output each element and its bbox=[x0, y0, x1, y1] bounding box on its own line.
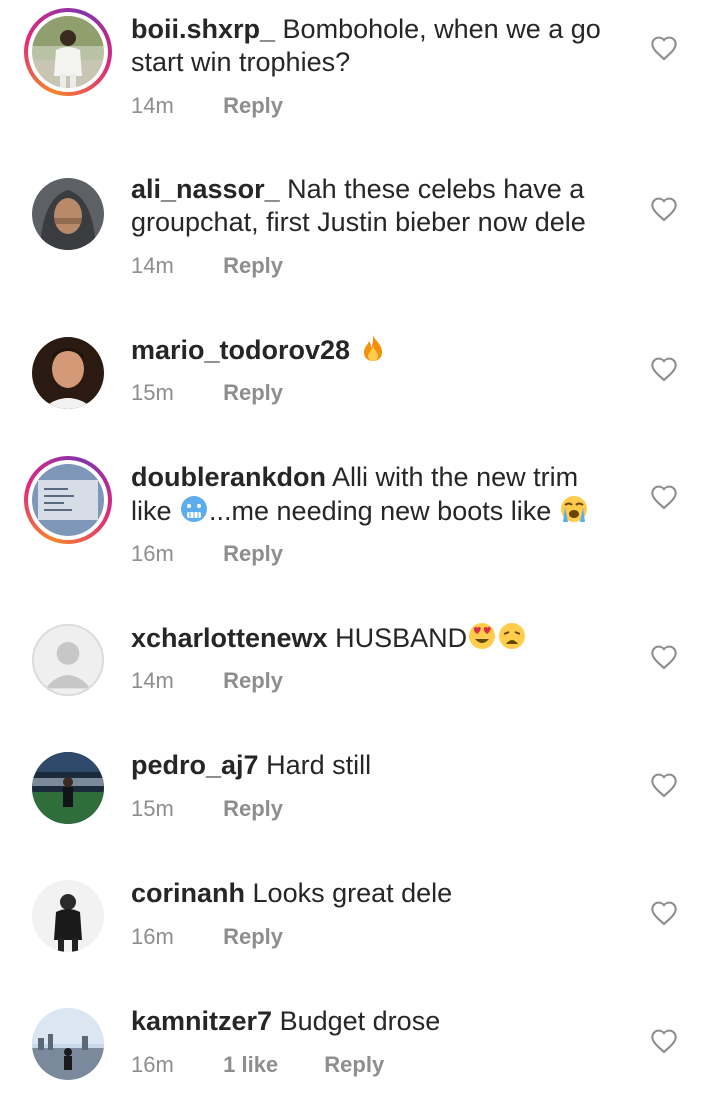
like-heart-icon[interactable] bbox=[650, 484, 678, 510]
like-heart-icon[interactable] bbox=[650, 772, 678, 798]
like-heart-icon[interactable] bbox=[650, 644, 678, 670]
avatar-wrap[interactable] bbox=[26, 1002, 110, 1086]
comment-body: Nah these celebs have a bbox=[287, 174, 585, 204]
avatar-story-ring[interactable] bbox=[24, 456, 112, 544]
comment-meta: 14m Reply bbox=[131, 667, 283, 695]
avatar bbox=[32, 464, 104, 536]
avatar-wrap[interactable] bbox=[26, 746, 110, 830]
avatar bbox=[32, 752, 104, 824]
comment-username[interactable]: doublerankdon bbox=[131, 462, 326, 492]
like-heart-icon[interactable] bbox=[650, 900, 678, 926]
comment-text: kamnitzer7 Budget drose bbox=[131, 1005, 631, 1038]
reply-button[interactable]: Reply bbox=[324, 1051, 384, 1079]
cold-face-emoji-icon bbox=[179, 494, 209, 524]
avatar-wrap[interactable] bbox=[26, 172, 110, 256]
comment-time: 16m bbox=[131, 924, 174, 949]
comment-body: Alli with the new trim bbox=[332, 462, 579, 492]
comment-text: xcharlottenewx HUSBAND bbox=[131, 621, 631, 655]
comment-meta: 14m Reply bbox=[131, 92, 283, 120]
fire-emoji-icon bbox=[358, 333, 388, 363]
comment-body: HUSBAND bbox=[335, 623, 468, 653]
comment-body: Hard still bbox=[266, 750, 372, 780]
reply-button[interactable]: Reply bbox=[223, 795, 283, 823]
comment-meta: 15m Reply bbox=[131, 379, 283, 407]
comment-meta: 16m Reply bbox=[131, 923, 283, 951]
comment-meta: 16m 1 like Reply bbox=[131, 1051, 384, 1079]
like-heart-icon[interactable] bbox=[650, 356, 678, 382]
avatar bbox=[32, 178, 104, 250]
reply-button[interactable]: Reply bbox=[223, 379, 283, 407]
avatar-story-ring[interactable] bbox=[24, 8, 112, 96]
comment-time: 14m bbox=[131, 668, 174, 693]
avatar bbox=[32, 880, 104, 952]
comment-text-continued: groupchat, first Justin bieber now dele bbox=[131, 206, 631, 239]
comment-body: ...me needing new boots like bbox=[209, 496, 552, 526]
like-count[interactable]: 1 like bbox=[223, 1051, 278, 1079]
comment-text: pedro_aj7 Hard still bbox=[131, 749, 631, 782]
comment-time: 14m bbox=[131, 253, 174, 278]
comment-username[interactable]: boii.shxrp_ bbox=[131, 14, 275, 44]
comment-username[interactable]: ali_nassor_ bbox=[131, 174, 280, 204]
comment-time: 15m bbox=[131, 796, 174, 821]
avatar bbox=[32, 624, 104, 696]
avatar-wrap[interactable] bbox=[26, 874, 110, 958]
avatar-wrap[interactable] bbox=[26, 331, 110, 415]
comment-text: doublerankdon Alli with the new trim bbox=[131, 461, 631, 494]
comment-text-continued: like ...me needing new boots like bbox=[131, 494, 631, 528]
avatar-wrap[interactable] bbox=[26, 618, 110, 702]
comment-body: groupchat, first Justin bieber now dele bbox=[131, 207, 586, 237]
avatar bbox=[32, 337, 104, 409]
reply-button[interactable]: Reply bbox=[223, 667, 283, 695]
loudly-crying-face-emoji-icon bbox=[559, 494, 589, 524]
heart-eyes-emoji-icon bbox=[467, 621, 497, 651]
comment-meta: 16m Reply bbox=[131, 540, 283, 568]
reply-button[interactable]: Reply bbox=[223, 540, 283, 568]
avatar bbox=[32, 16, 104, 88]
comment-body: Bombohole, when we a go bbox=[282, 14, 601, 44]
weary-face-emoji-icon bbox=[497, 621, 527, 651]
comment-text: corinanh Looks great dele bbox=[131, 877, 631, 910]
comment-text: boii.shxrp_ Bombohole, when we a go bbox=[131, 13, 631, 46]
like-heart-icon[interactable] bbox=[650, 35, 678, 61]
reply-button[interactable]: Reply bbox=[223, 92, 283, 120]
comment-time: 16m bbox=[131, 541, 174, 566]
comment-time: 16m bbox=[131, 1052, 174, 1077]
comment-username[interactable]: mario_todorov28 bbox=[131, 335, 350, 365]
comment-username[interactable]: corinanh bbox=[131, 878, 245, 908]
comment-text-continued: start win trophies? bbox=[131, 46, 631, 79]
comment-time: 14m bbox=[131, 93, 174, 118]
comment-username[interactable]: kamnitzer7 bbox=[131, 1006, 272, 1036]
comment-body: like bbox=[131, 496, 172, 526]
like-heart-icon[interactable] bbox=[650, 196, 678, 222]
comment-username[interactable]: pedro_aj7 bbox=[131, 750, 259, 780]
comment-meta: 15m Reply bbox=[131, 795, 283, 823]
like-heart-icon[interactable] bbox=[650, 1028, 678, 1054]
comment-time: 15m bbox=[131, 380, 174, 405]
reply-button[interactable]: Reply bbox=[223, 252, 283, 280]
comment-meta: 14m Reply bbox=[131, 252, 283, 280]
comment-body: start win trophies? bbox=[131, 47, 351, 77]
comment-text: ali_nassor_ Nah these celebs have a bbox=[131, 173, 631, 206]
reply-button[interactable]: Reply bbox=[223, 923, 283, 951]
comment-body: Looks great dele bbox=[252, 878, 453, 908]
comment-text: mario_todorov28 bbox=[131, 333, 631, 367]
comment-username[interactable]: xcharlottenewx bbox=[131, 623, 328, 653]
comment-body: Budget drose bbox=[279, 1006, 441, 1036]
avatar bbox=[32, 1008, 104, 1080]
